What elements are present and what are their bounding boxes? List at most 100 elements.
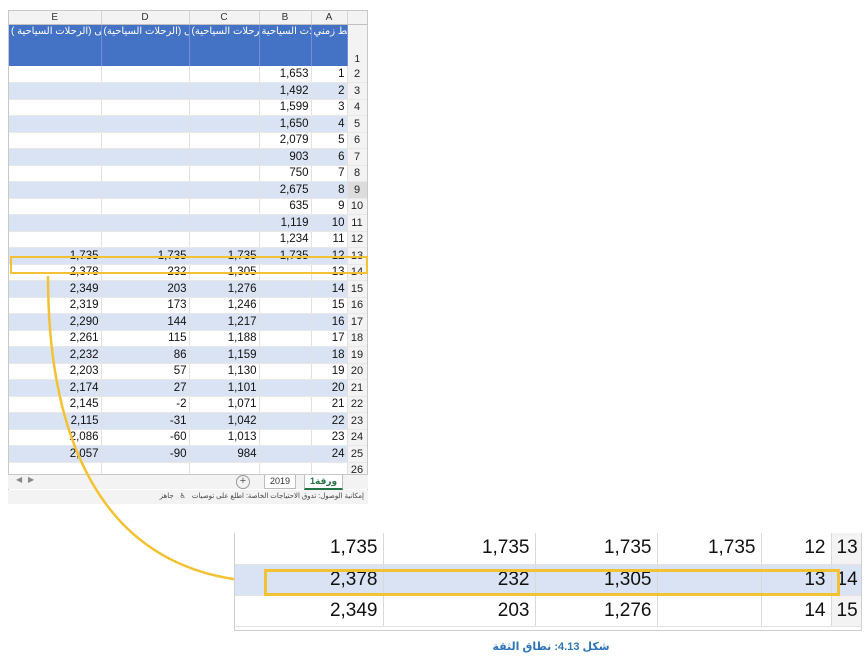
zoom-cell-c[interactable]: 1,276 — [535, 595, 658, 627]
cell-c[interactable]: 1,188 — [189, 330, 260, 347]
cell-d[interactable] — [101, 231, 190, 248]
cell-e[interactable] — [9, 82, 102, 100]
row-number[interactable]: 7 — [347, 148, 367, 166]
cell-a[interactable]: 10 — [311, 214, 348, 232]
cell-e[interactable]: 2,145 — [9, 396, 102, 413]
cell-b[interactable] — [259, 297, 312, 314]
cell-d[interactable]: -2 — [101, 396, 190, 413]
cell-b[interactable]: 1,492 — [259, 82, 312, 100]
cell-a[interactable]: 5 — [311, 132, 348, 149]
cell-e[interactable]: 2,378 — [9, 264, 102, 281]
cell-e[interactable] — [9, 132, 102, 149]
cell-e[interactable] — [9, 148, 102, 166]
cell-a[interactable]: 11 — [311, 231, 348, 248]
cell-e[interactable] — [9, 214, 102, 232]
cell-d[interactable]: 86 — [101, 346, 190, 364]
row-number[interactable]: 11 — [347, 214, 367, 232]
row-number[interactable]: 24 — [347, 429, 367, 446]
cell-e[interactable]: 1,735 — [9, 247, 102, 265]
cell-d[interactable]: -90 — [101, 445, 190, 463]
row-number[interactable]: 2 — [347, 66, 367, 83]
cell-a[interactable]: 2 — [311, 82, 348, 100]
cell-e[interactable] — [9, 198, 102, 215]
cell-c[interactable] — [189, 132, 260, 149]
cell-d[interactable]: -60 — [101, 429, 190, 446]
cell-a[interactable]: 20 — [311, 379, 348, 397]
cell-e[interactable]: 2,086 — [9, 429, 102, 446]
header-d[interactable]: الضمام الثقة الأدنى (الرحلات السياحية) — [101, 24, 190, 66]
cell-e[interactable] — [9, 115, 102, 133]
cell-d[interactable]: 173 — [101, 297, 190, 314]
cell-c[interactable] — [189, 198, 260, 215]
cell-b[interactable]: 2,079 — [259, 132, 312, 149]
header-c[interactable]: التنبؤ (الرحلات السياحية) — [189, 24, 260, 66]
cell-b[interactable]: 1,119 — [259, 214, 312, 232]
header-e[interactable]: الضمام الثقة الأعلى (الرحلات السياحية ) — [9, 24, 102, 66]
row-number[interactable]: 9 — [347, 181, 367, 199]
cell-e[interactable]: 2,232 — [9, 346, 102, 364]
cell-a[interactable]: 9 — [311, 198, 348, 215]
row-number[interactable]: 19 — [347, 346, 367, 364]
scroll-left-icon[interactable]: ◀ — [16, 475, 22, 484]
cell-b[interactable] — [259, 363, 312, 380]
cell-d[interactable] — [101, 198, 190, 215]
column-header-a[interactable]: A — [311, 11, 348, 25]
cell-a[interactable]: 6 — [311, 148, 348, 166]
cell-c[interactable] — [189, 214, 260, 232]
row-number[interactable]: 3 — [347, 82, 367, 100]
cell-a[interactable]: 24 — [311, 445, 348, 463]
select-all-corner[interactable] — [347, 11, 367, 25]
cell-a[interactable]: 19 — [311, 363, 348, 380]
tab-2019[interactable]: 2019 — [264, 475, 297, 489]
zoom-cell-a[interactable]: 12 — [761, 533, 832, 565]
cell-d[interactable] — [101, 148, 190, 166]
cell-b[interactable] — [259, 264, 312, 281]
cell-a[interactable]: 16 — [311, 313, 348, 331]
row-number[interactable]: 16 — [347, 297, 367, 314]
cell-d[interactable]: 27 — [101, 379, 190, 397]
cell-e[interactable]: 2,057 — [9, 445, 102, 463]
row-number[interactable]: 10 — [347, 198, 367, 215]
cell-e[interactable]: 2,261 — [9, 330, 102, 347]
zoom-cell-a[interactable]: 14 — [761, 595, 832, 627]
cell-c[interactable] — [189, 82, 260, 100]
cell-b[interactable]: 1,234 — [259, 231, 312, 248]
row-number[interactable]: 12 — [347, 231, 367, 248]
cell-a[interactable]: 13 — [311, 264, 348, 281]
zoom-cell-c[interactable]: 1,735 — [535, 533, 658, 565]
cell-b[interactable] — [259, 280, 312, 298]
cell-e[interactable]: 2,174 — [9, 379, 102, 397]
cell-e[interactable]: 2,290 — [9, 313, 102, 331]
row-number[interactable]: 22 — [347, 396, 367, 413]
cell-c[interactable]: 1,305 — [189, 264, 260, 281]
cell-c[interactable]: 1,042 — [189, 412, 260, 430]
cell-a[interactable]: 21 — [311, 396, 348, 413]
cell-b[interactable]: 903 — [259, 148, 312, 166]
cell-d[interactable] — [101, 214, 190, 232]
cell-c[interactable]: 1,013 — [189, 429, 260, 446]
cell-d[interactable] — [101, 66, 190, 83]
tab-sheet1[interactable]: ورقة1 — [304, 475, 344, 490]
cell-b[interactable] — [259, 346, 312, 364]
row-number[interactable]: 18 — [347, 330, 367, 347]
column-header-e[interactable]: E — [9, 11, 102, 25]
cell-d[interactable]: 57 — [101, 363, 190, 380]
cell-c[interactable] — [189, 148, 260, 166]
header-a[interactable]: خط زمني — [311, 24, 348, 66]
cell-d[interactable]: 232 — [101, 264, 190, 281]
row-number[interactable]: 5 — [347, 115, 367, 133]
cell-c[interactable]: 984 — [189, 445, 260, 463]
zoom-row-number[interactable]: 15 — [831, 595, 861, 627]
cell-b[interactable]: 635 — [259, 198, 312, 215]
cell-e[interactable]: 2,115 — [9, 412, 102, 430]
cell-a[interactable]: 18 — [311, 346, 348, 364]
cell-b[interactable]: 1,653 — [259, 66, 312, 83]
cell-b[interactable] — [259, 396, 312, 413]
cell-c[interactable] — [189, 165, 260, 182]
cell-e[interactable] — [9, 66, 102, 83]
row-number[interactable]: 13 — [347, 247, 367, 265]
column-header-d[interactable]: D — [101, 11, 190, 25]
cell-c[interactable]: 1,246 — [189, 297, 260, 314]
cell-c[interactable]: 1,101 — [189, 379, 260, 397]
cell-a[interactable]: 12 — [311, 247, 348, 265]
